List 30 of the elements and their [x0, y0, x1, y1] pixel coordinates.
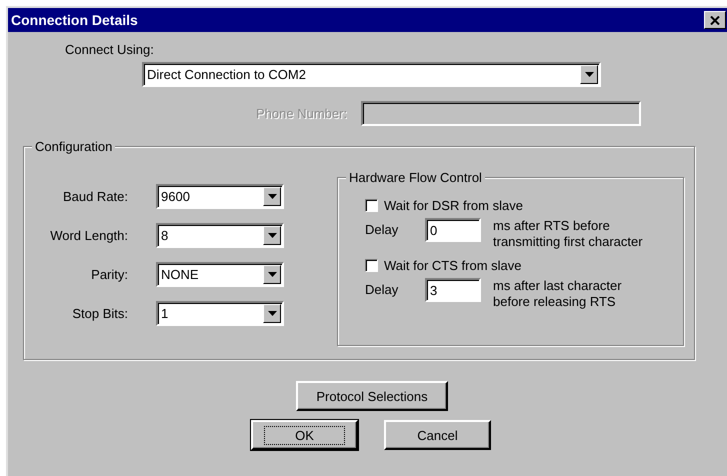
dialog-button[interactable]: OK — [251, 420, 358, 450]
phone-number-field[interactable] — [361, 101, 642, 126]
group-title: Hardware Flow Control — [346, 170, 485, 185]
delay-description: ms after last character before releasing RTS — [493, 278, 622, 310]
group-title: Configuration — [32, 139, 116, 154]
dialog-button[interactable]: Cancel — [384, 420, 491, 450]
window-title: Connection Details — [11, 12, 138, 28]
checkbox[interactable] — [365, 258, 378, 272]
phone-number-label: Phone Number: — [256, 106, 348, 121]
checkbox-label: Wait for CTS from slave — [384, 258, 522, 272]
connection-dropdown[interactable]: Direct Connection to COM2 — [142, 62, 601, 87]
delay-field[interactable]: 3 — [425, 278, 481, 302]
setting-dropdown[interactable]: 8 — [156, 223, 284, 248]
close-button[interactable] — [704, 11, 726, 29]
field-label: Word Length: — [49, 228, 128, 243]
connect-using-label: Connect Using: — [65, 42, 155, 59]
checkbox[interactable] — [365, 198, 378, 212]
setting-dropdown[interactable]: 9600 — [156, 184, 284, 209]
delay-label: Delay — [365, 281, 400, 297]
protocol-selections-button[interactable]: Protocol Selections — [296, 381, 448, 411]
field-label: Baud Rate: — [62, 189, 128, 204]
field-label: Parity: — [90, 267, 128, 282]
delay-description: ms after RTS before transmitting first character — [493, 218, 643, 250]
field-label: Stop Bits: — [71, 306, 128, 321]
close-icon — [710, 16, 720, 24]
setting-dropdown[interactable]: 1 — [156, 301, 284, 326]
checkbox-label: Wait for DSR from slave — [384, 198, 523, 212]
delay-label: Delay — [365, 221, 400, 237]
delay-field[interactable]: 0 — [425, 218, 481, 242]
setting-dropdown[interactable]: NONE — [156, 262, 284, 287]
